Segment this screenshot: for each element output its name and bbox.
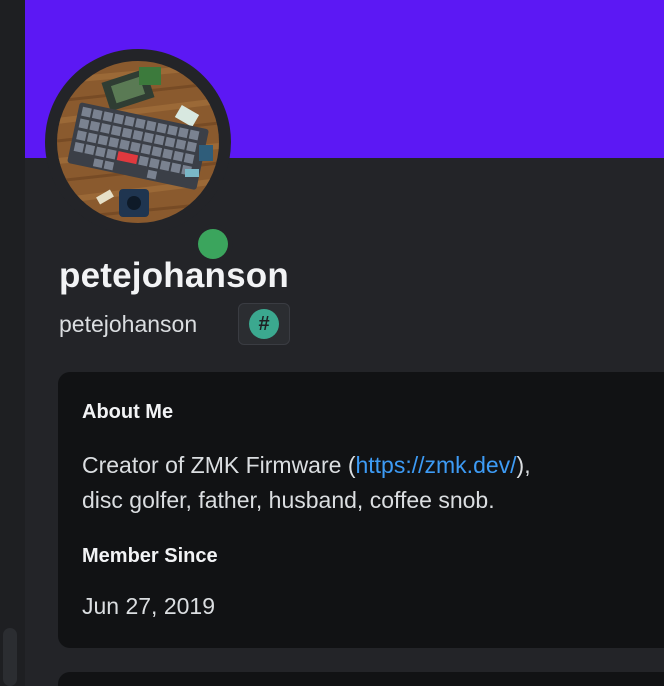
avatar-image: [57, 61, 219, 223]
username[interactable]: petejohanson: [59, 311, 197, 338]
bio-text-prefix: Creator of ZMK Firmware (: [82, 452, 356, 478]
bio-link[interactable]: https://zmk.dev/: [355, 452, 516, 478]
about-me-bio: Creator of ZMK Firmware (https://zmk.dev…: [82, 448, 642, 518]
bio-text-suffix: disc golfer, father, husband, coffee sno…: [82, 487, 495, 513]
user-profile-panel: petejohanson petejohanson # About Me Cre…: [25, 0, 664, 686]
bio-text-middle: ),: [516, 452, 531, 478]
left-rail: [0, 0, 25, 686]
hashtag-icon: #: [249, 309, 279, 339]
member-since-date: Jun 27, 2019: [82, 593, 216, 619]
profile-badge[interactable]: #: [238, 303, 290, 345]
avatar-frame: [45, 49, 233, 264]
about-me-heading: About Me: [82, 401, 174, 423]
profile-info-card: About Me Creator of ZMK Firmware (https:…: [58, 372, 664, 648]
next-section-card: [58, 672, 664, 686]
scrollbar-thumb[interactable]: [3, 628, 17, 686]
avatar[interactable]: [57, 61, 219, 223]
member-since-heading: Member Since: [82, 545, 218, 567]
online-status-dot: [198, 229, 228, 259]
display-name: petejohanson: [59, 256, 289, 295]
